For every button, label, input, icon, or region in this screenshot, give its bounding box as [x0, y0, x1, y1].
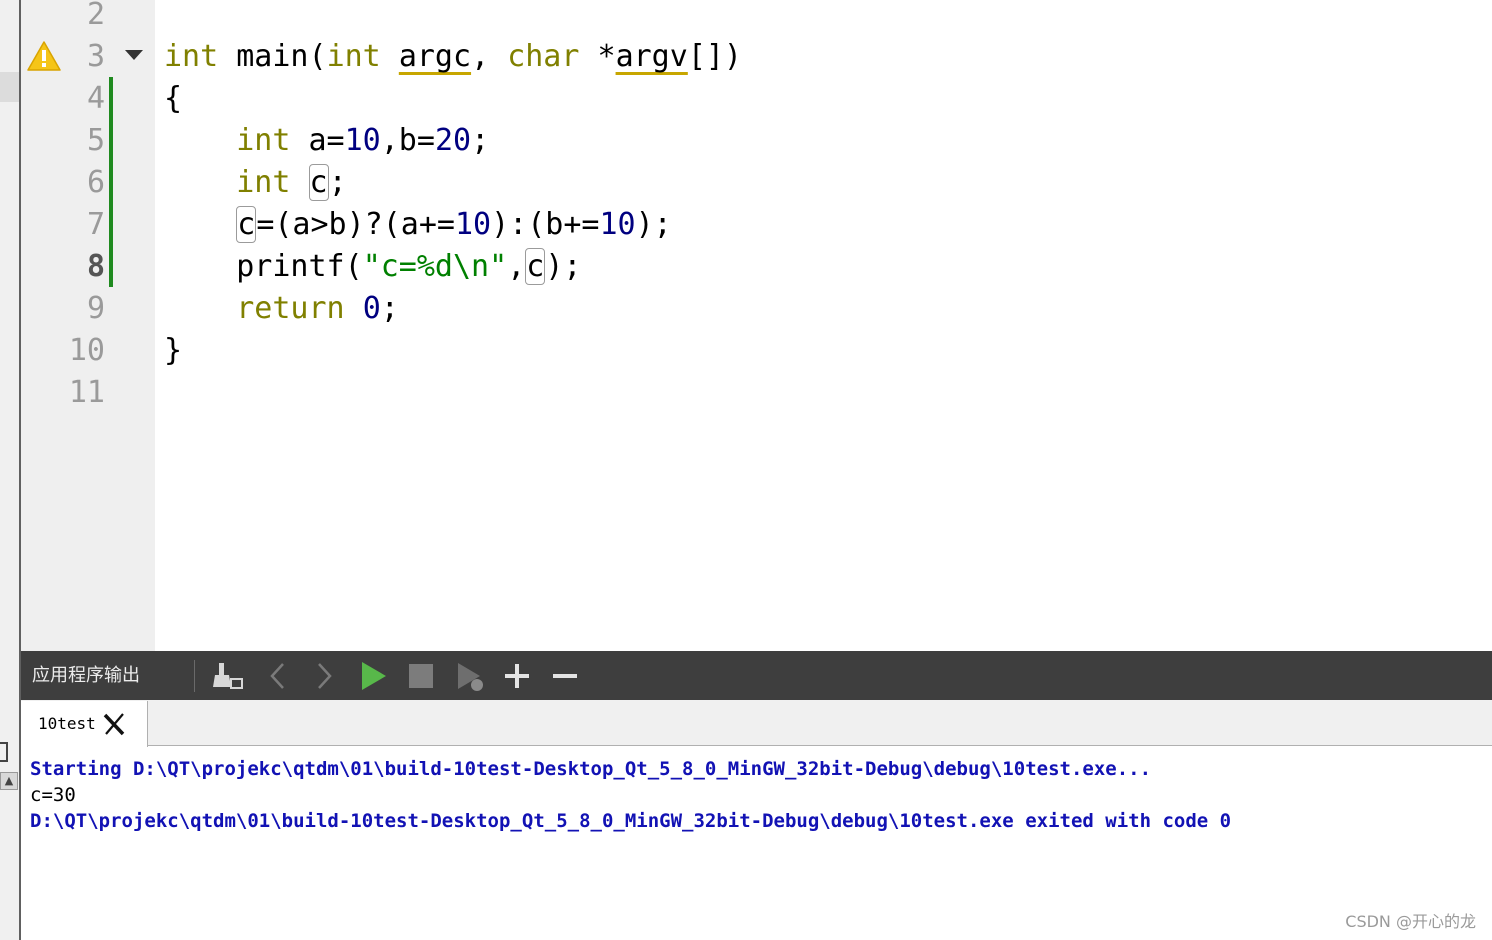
tab-label: 10test: [38, 714, 96, 733]
line-number-gutter: 2 3 4 5 6 7 8 9 10 11: [21, 0, 155, 651]
watermark: CSDN @开心的龙: [1345, 912, 1476, 931]
number-literal: 10: [344, 123, 381, 158]
code-line-6: int c;: [164, 162, 347, 204]
code-token: ;: [471, 123, 490, 158]
zoom-out-icon[interactable]: [548, 659, 582, 693]
output-tab-bar: 10test: [21, 700, 1492, 747]
number-literal: 10: [599, 207, 636, 242]
string-literal: "c=%d\n": [362, 249, 508, 284]
current-line-number: 8: [86, 249, 105, 284]
pane-toggle-icon[interactable]: [0, 742, 8, 762]
keyword: int: [326, 39, 381, 74]
left-strip-selection: [0, 72, 19, 102]
highlighted-symbol-c: c: [525, 248, 546, 285]
application-output[interactable]: Starting D:\QT\projekc\qtdm\01\build-10t…: [21, 747, 1492, 940]
code-token: );: [545, 249, 582, 284]
line-number: 6: [86, 165, 105, 200]
keyword: int: [236, 165, 291, 200]
code-line-4: {: [164, 81, 183, 116]
code-token: main(: [218, 39, 327, 74]
code-token: =(a>b)?(a+=: [256, 207, 455, 242]
left-mode-strip: ▲: [0, 0, 21, 940]
code-line-7: c=(a>b)?(a+=10):(b+=10);: [164, 204, 672, 246]
number-literal: 0: [362, 291, 381, 326]
highlighted-symbol-c: c: [236, 206, 257, 243]
code-token: ,b=: [380, 123, 435, 158]
zoom-in-icon[interactable]: [500, 659, 534, 693]
code-token: ,: [471, 39, 508, 74]
stop-icon[interactable]: [404, 659, 438, 693]
code-editor[interactable]: 2 3 4 5 6 7 8 9 10 11 int main(int argc,…: [21, 0, 1492, 651]
line-number: 10: [68, 333, 105, 368]
line-number: 3: [86, 39, 105, 74]
output-pane-title: 应用程序输出: [32, 665, 140, 686]
previous-icon[interactable]: [261, 659, 295, 693]
output-line-exit: D:\QT\projekc\qtdm\01\build-10test-Deskt…: [30, 810, 1232, 832]
line-number: 2: [86, 0, 105, 32]
scroll-up-icon[interactable]: ▲: [0, 772, 18, 790]
code-line-10: }: [164, 333, 183, 368]
output-line-program: c=30: [30, 784, 76, 806]
code-token: ):(b+=: [491, 207, 600, 242]
output-tab-10test[interactable]: 10test: [21, 701, 148, 747]
toolbar-separator: [194, 660, 195, 692]
output-line-start: Starting D:\QT\projekc\qtdm\01\build-10t…: [30, 758, 1152, 780]
code-token: ,: [507, 249, 526, 284]
line-number: 7: [86, 207, 105, 242]
unused-param-argv: argv: [615, 39, 688, 74]
code-token: a=: [290, 123, 345, 158]
code-line-8: printf("c=%d\n",c);: [164, 246, 581, 288]
code-token: []): [687, 39, 742, 74]
change-marker-bar: [109, 77, 113, 287]
unused-param-argc: argc: [398, 39, 472, 74]
attach-debugger-icon[interactable]: [453, 659, 487, 693]
code-line-9: return 0;: [164, 288, 399, 330]
line-number: 4: [86, 81, 105, 116]
number-literal: 20: [434, 123, 472, 158]
fold-arrow-icon[interactable]: [125, 50, 143, 60]
code-token: );: [635, 207, 672, 242]
code-token: ;: [380, 291, 399, 326]
run-icon[interactable]: [356, 659, 390, 693]
function-call: printf(: [236, 249, 363, 284]
number-literal: 10: [455, 207, 492, 242]
keyword: int: [164, 39, 219, 74]
keyword: return: [236, 291, 345, 326]
clean-output-icon[interactable]: [211, 659, 245, 693]
code-line-5: int a=10,b=20;: [164, 120, 489, 162]
next-icon[interactable]: [307, 659, 341, 693]
line-number: 5: [86, 123, 105, 158]
output-pane-toolbar: 应用程序输出: [21, 651, 1492, 700]
line-number: 11: [68, 375, 105, 410]
code-token: *: [579, 39, 616, 74]
code-token: ;: [328, 165, 347, 200]
highlighted-symbol-c: c: [308, 164, 329, 201]
keyword: int: [236, 123, 291, 158]
close-icon[interactable]: [101, 711, 127, 737]
keyword: char: [507, 39, 580, 74]
code-line-3: int main(int argc, char *argv[]): [164, 36, 742, 78]
line-number: 9: [86, 291, 105, 326]
